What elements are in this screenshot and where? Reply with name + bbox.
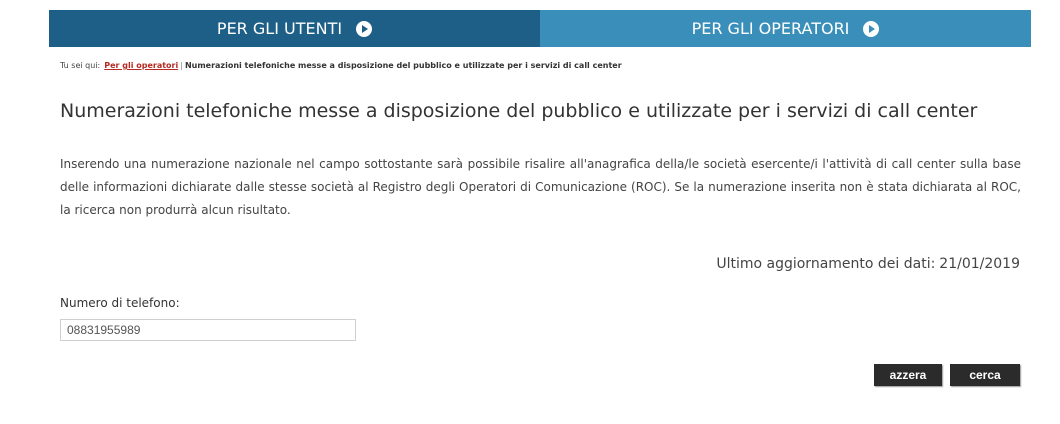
breadcrumb-link-operatori[interactable]: Per gli operatori [104, 61, 178, 70]
tab-per-gli-operatori[interactable]: PER GLI OPERATORI [540, 10, 1031, 47]
phone-number-input[interactable] [60, 319, 356, 341]
last-update-label: Ultimo aggiornamento dei dati: [716, 256, 936, 272]
last-update-date: 21/01/2019 [939, 256, 1020, 272]
last-update: Ultimo aggiornamento dei dati: 21/01/2019 [716, 256, 1020, 272]
tab-label: PER GLI UTENTI [216, 19, 343, 38]
top-navigation: PER GLI UTENTI PER GLI OPERATORI [49, 10, 1031, 47]
breadcrumb: Tu sei qui: Per gli operatori | Numerazioni… [60, 61, 622, 70]
breadcrumb-current: Numerazioni telefoniche messe a disposiz… [184, 61, 622, 70]
page-title: Numerazioni telefoniche messe a disposiz… [60, 100, 978, 122]
search-button[interactable]: cerca [950, 364, 1020, 386]
reset-button[interactable]: azzera [874, 364, 942, 386]
phone-field-label: Numero di telefono: [60, 296, 180, 310]
arrow-right-circle-icon [356, 20, 373, 37]
breadcrumb-prefix: Tu sei qui: [60, 61, 101, 70]
breadcrumb-separator: | [180, 61, 183, 70]
arrow-right-circle-icon [863, 20, 880, 37]
tab-per-gli-utenti[interactable]: PER GLI UTENTI [49, 10, 540, 47]
tab-label: PER GLI OPERATORI [691, 19, 850, 38]
page-description: Inserendo una numerazione nazionale nel … [60, 157, 1021, 217]
